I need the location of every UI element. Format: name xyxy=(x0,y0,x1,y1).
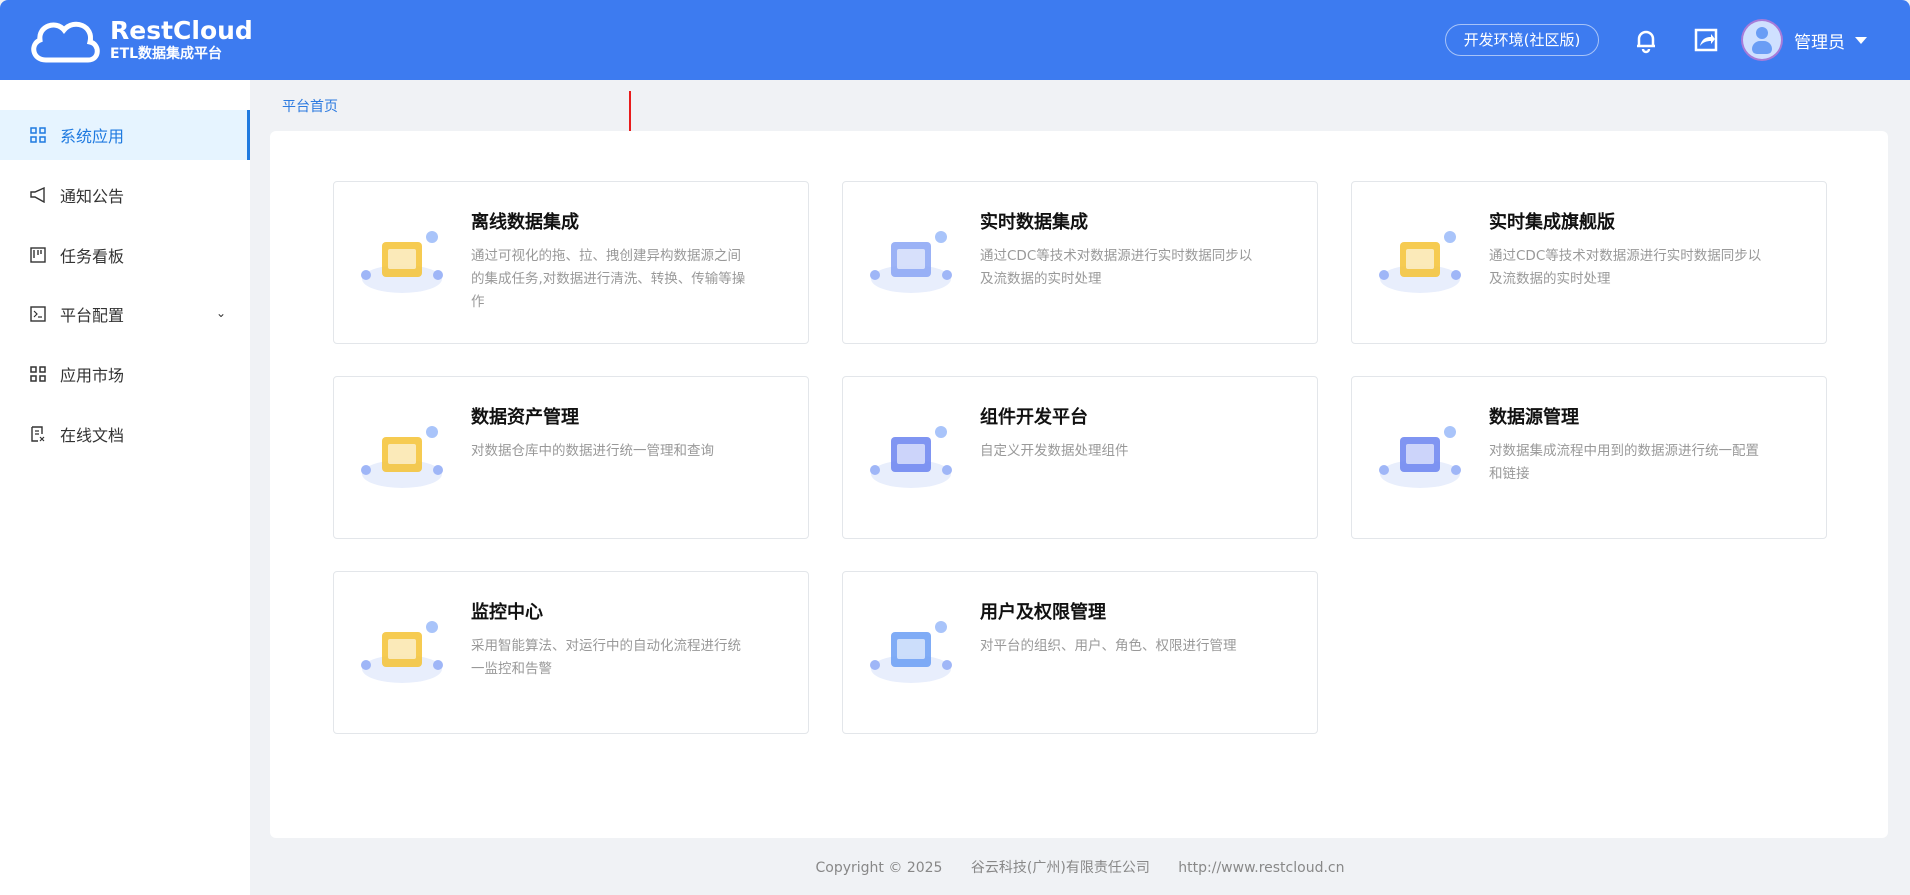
logo[interactable]: RestCloud ETL数据集成平台 xyxy=(28,16,253,64)
app-card-description: 自定义开发数据处理组件 xyxy=(980,443,1129,459)
grid-icon xyxy=(30,127,46,143)
app-card-description: 对数据仓库中的数据进行统一管理和查询 xyxy=(471,443,714,459)
sidebar-item-app-market[interactable]: 应用市场 xyxy=(0,349,250,399)
app-card-title: 数据资产管理 xyxy=(471,407,579,428)
app-illustration-icon xyxy=(1379,426,1461,488)
bell-icon[interactable] xyxy=(1632,26,1660,54)
app-card[interactable]: 数据资产管理 对数据仓库中的数据进行统一管理和查询 xyxy=(333,376,809,539)
app-card-description: 采用智能算法、对运行中的自动化流程进行统一监控和告警 xyxy=(471,638,741,677)
terminal-icon xyxy=(30,306,46,322)
app-illustration-icon xyxy=(870,231,952,293)
app-card-title: 实时集成旗舰版 xyxy=(1489,212,1615,233)
user-name[interactable]: 管理员 xyxy=(1794,28,1845,53)
company-name: 谷云科技(广州)有限责任公司 xyxy=(970,860,1150,876)
app-card-title: 用户及权限管理 xyxy=(980,602,1106,623)
megaphone-icon xyxy=(30,187,45,203)
sidebar-item-online-docs[interactable]: 在线文档 xyxy=(0,409,250,459)
sidebar-item-label: 系统应用 xyxy=(60,127,125,146)
app-card[interactable]: 组件开发平台 自定义开发数据处理组件 xyxy=(842,376,1318,539)
app-card[interactable]: 用户及权限管理 对平台的组织、用户、角色、权限进行管理 xyxy=(842,571,1318,734)
sidebar-item-label: 平台配置 xyxy=(60,306,125,325)
kanban-icon xyxy=(30,247,46,263)
chevron-down-icon[interactable]: ⌄ xyxy=(216,306,226,320)
app-card-title: 实时数据集成 xyxy=(980,212,1088,233)
document-icon xyxy=(31,426,45,442)
app-card-title: 离线数据集成 xyxy=(471,212,579,233)
copyright: Copyright © 2025 xyxy=(815,860,943,876)
app-card-title: 数据源管理 xyxy=(1489,407,1579,428)
sidebar-item-system-apps[interactable]: 系统应用 xyxy=(0,110,250,160)
app-illustration-icon xyxy=(361,426,443,488)
grid-icon xyxy=(30,366,46,382)
app-card[interactable]: 数据源管理 对数据集成流程中用到的数据源进行统一配置和链接 xyxy=(1351,376,1827,539)
app-card-title: 监控中心 xyxy=(471,602,543,623)
sidebar-item-label: 应用市场 xyxy=(60,366,125,385)
sidebar-item-label: 通知公告 xyxy=(60,187,125,206)
sidebar-item-label: 在线文档 xyxy=(60,426,125,445)
top-header: RestCloud ETL数据集成平台 开发环境(社区版) 管理员 xyxy=(0,0,1910,80)
breadcrumb[interactable]: 平台首页 xyxy=(282,96,338,116)
cloud-logo-icon xyxy=(31,21,100,63)
share-icon[interactable] xyxy=(1692,26,1720,54)
sidebar-item-label: 任务看板 xyxy=(60,247,125,266)
logo-title: RestCloud xyxy=(110,16,253,45)
avatar[interactable] xyxy=(1743,21,1781,59)
sidebar-item-notices[interactable]: 通知公告 xyxy=(0,170,250,220)
app-card-description: 对数据集成流程中用到的数据源进行统一配置和链接 xyxy=(1489,443,1759,482)
app-card[interactable]: 实时数据集成 通过CDC等技术对数据源进行实时数据同步以及流数据的实时处理 xyxy=(842,181,1318,344)
app-illustration-icon xyxy=(870,426,952,488)
footer: Copyright © 2025 谷云科技(广州)有限责任公司 http://w… xyxy=(0,857,1910,877)
app-card-description: 对平台的组织、用户、角色、权限进行管理 xyxy=(980,638,1237,654)
sidebar-item-task-board[interactable]: 任务看板 xyxy=(0,230,250,280)
app-illustration-icon xyxy=(1379,231,1461,293)
environment-button[interactable]: 开发环境(社区版) xyxy=(1445,24,1599,56)
app-card-title: 组件开发平台 xyxy=(980,407,1088,428)
app-card[interactable]: 实时集成旗舰版 通过CDC等技术对数据源进行实时数据同步以及流数据的实时处理 xyxy=(1351,181,1827,344)
caret-down-icon[interactable] xyxy=(1855,37,1867,50)
sidebar: 系统应用 通知公告 任务看板 平台配置 ⌄ 应用市场 在线文档 xyxy=(0,80,250,895)
app-card[interactable]: 监控中心 采用智能算法、对运行中的自动化流程进行统一监控和告警 xyxy=(333,571,809,734)
app-illustration-icon xyxy=(361,231,443,293)
app-illustration-icon xyxy=(870,621,952,683)
sidebar-item-platform-config[interactable]: 平台配置 ⌄ xyxy=(0,289,250,339)
app-card[interactable]: 离线数据集成 通过可视化的拖、拉、拽创建异构数据源之间的集成任务,对数据进行清洗… xyxy=(333,181,809,344)
app-card-description: 通过CDC等技术对数据源进行实时数据同步以及流数据的实时处理 xyxy=(1489,248,1762,287)
app-card-description: 通过CDC等技术对数据源进行实时数据同步以及流数据的实时处理 xyxy=(980,248,1253,287)
app-illustration-icon xyxy=(361,621,443,683)
logo-subtitle: ETL数据集成平台 xyxy=(110,46,223,62)
app-card-description: 通过可视化的拖、拉、拽创建异构数据源之间的集成任务,对数据进行清洗、转换、传输等… xyxy=(471,248,746,310)
website-link[interactable]: http://www.restcloud.cn xyxy=(1178,860,1344,876)
